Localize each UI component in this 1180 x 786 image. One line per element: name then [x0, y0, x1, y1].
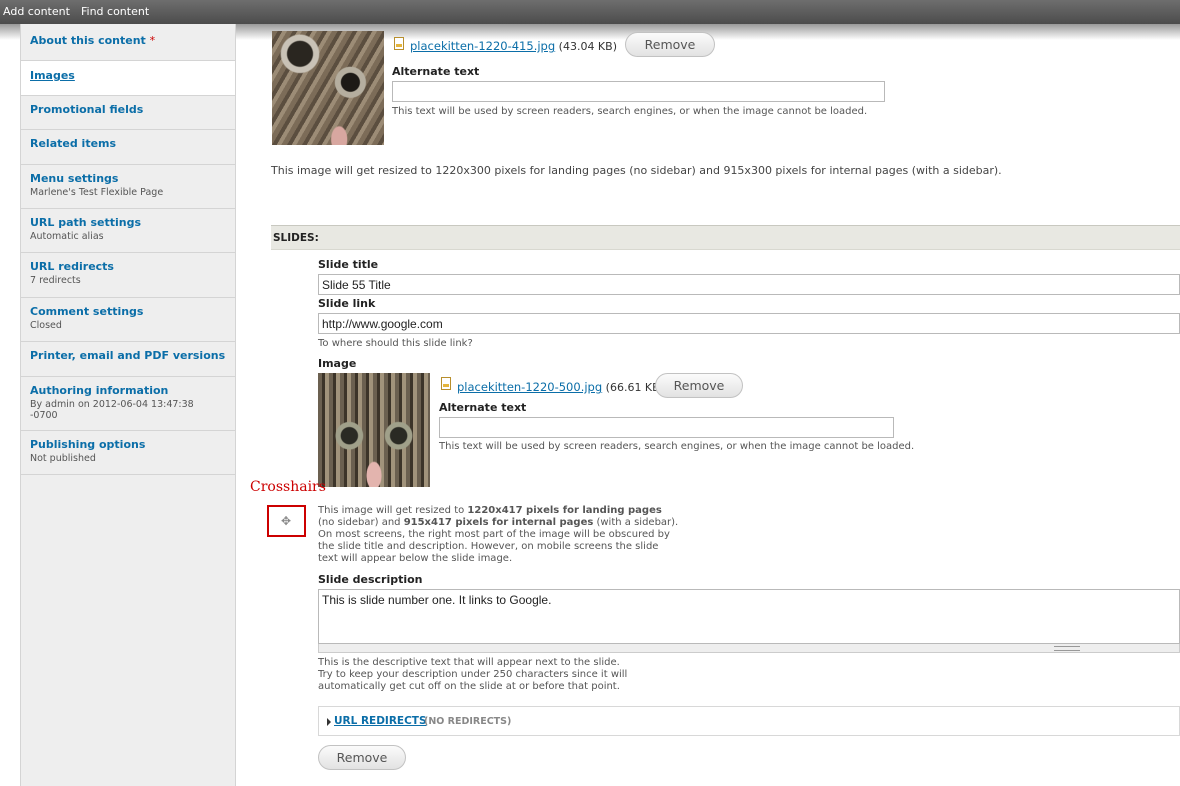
sidebar-item-images[interactable]: Images [21, 61, 235, 96]
sidebar-item-summary: 7 redirects [30, 275, 81, 286]
slide-file-info: placekitten-1220-500.jpg (66.61 KB) [457, 380, 664, 394]
sidebar-item-menu-settings[interactable]: Menu settings Marlene's Test Flexible Pa… [21, 165, 235, 209]
move-crosshairs-icon[interactable]: ✥ [281, 514, 291, 528]
sidebar-item-label: Publishing options [30, 438, 146, 451]
url-redirects-summary: (NO REDIRECTS) [424, 716, 512, 727]
sidebar-item-related-items[interactable]: Related items [21, 130, 235, 165]
resize-note-text: (with a sidebar). [593, 517, 679, 528]
sidebar-item-summary: Marlene's Test Flexible Page [30, 187, 164, 198]
textarea-resize-grip[interactable] [318, 644, 1180, 653]
remove-image-button[interactable]: Remove [625, 32, 715, 57]
sidebar-item-url-path-settings[interactable]: URL path settings Automatic alias [21, 209, 235, 253]
image-resize-note: This image will get resized to 1220x300 … [271, 164, 1002, 177]
alt-text-input[interactable] [392, 81, 885, 102]
sidebar-item-label: Related items [30, 137, 117, 150]
resize-note-text: (no sidebar) and [318, 517, 404, 528]
image-file-icon [394, 37, 404, 50]
file-size: (43.04 KB) [558, 40, 617, 53]
url-redirects-fieldset: URL REDIRECTS (NO REDIRECTS) [318, 706, 1180, 736]
image-thumbnail-1 [272, 31, 384, 145]
alt-text-label: Alternate text [392, 65, 480, 78]
slide-alt-text-help: This text will be used by screen readers… [439, 441, 915, 452]
slide-description-textarea[interactable]: This is slide number one. It links to Go… [318, 589, 1180, 644]
resize-note-line-1: This image will get resized to 1220x417 … [318, 505, 678, 517]
sidebar-item-label: Comment settings [30, 305, 144, 318]
crosshairs-annotation-label: Crosshairs [250, 479, 326, 495]
image-file-icon [441, 377, 451, 390]
sidebar-item-label: Authoring information [30, 384, 169, 397]
slides-section-header: SLIDES: [271, 225, 1180, 250]
file-link[interactable]: placekitten-1220-415.jpg [410, 39, 555, 53]
slides-section-label: SLIDES: [273, 232, 319, 244]
description-help-line-1: This is the descriptive text that will a… [318, 657, 620, 668]
required-marker: * [149, 34, 156, 47]
alt-text-help: This text will be used by screen readers… [392, 106, 868, 117]
description-help-line-3: automatically get cut off on the slide a… [318, 681, 620, 692]
slide-alt-text-input[interactable] [439, 417, 894, 438]
image-thumbnail-2 [318, 373, 430, 487]
slide-link-help: To where should this slide link? [318, 338, 473, 349]
sidebar-item-summary-line2: -0700 [30, 410, 58, 421]
sidebar-item-label: URL path settings [30, 216, 142, 229]
slide-resize-note: This image will get resized to 1220x417 … [318, 505, 678, 565]
remove-slide-button[interactable]: Remove [318, 745, 406, 770]
sidebar-item-comment-settings[interactable]: Comment settings Closed [21, 298, 235, 342]
slide-link-label: Slide link [318, 297, 376, 310]
sidebar-item-summary: Automatic alias [30, 231, 104, 242]
sidebar-item-label: Images [30, 69, 75, 82]
file-info: placekitten-1220-415.jpg (43.04 KB) [410, 39, 617, 53]
sidebar-item-promotional-fields[interactable]: Promotional fields [21, 96, 235, 130]
sidebar-item-about-this-content[interactable]: About this content * [21, 24, 235, 61]
sidebar-item-printer-email-pdf[interactable]: Printer, email and PDF versions [21, 342, 235, 377]
resize-note-line-5: text will appear below the slide image. [318, 553, 513, 564]
slide-description-label: Slide description [318, 573, 423, 586]
vertical-tabs-sidebar: About this content * Images Promotional … [20, 24, 236, 786]
crosshairs-highlight-box: ✥ [267, 505, 306, 537]
slide-file-link[interactable]: placekitten-1220-500.jpg [457, 380, 602, 394]
sidebar-item-label: Menu settings [30, 172, 119, 185]
slide-title-input[interactable] [318, 274, 1180, 295]
slide-title-label: Slide title [318, 258, 379, 271]
sidebar-item-label: Printer, email and PDF versions [30, 349, 226, 362]
sidebar-item-label-text: About this content [30, 34, 146, 47]
remove-slide-image-button[interactable]: Remove [655, 373, 743, 398]
slide-link-input[interactable] [318, 313, 1180, 334]
collapse-arrow-icon[interactable] [327, 718, 331, 726]
sidebar-item-summary: By admin on 2012-06-04 13:47:38 [30, 399, 194, 410]
resize-note-bold: 1220x417 pixels for landing pages [467, 505, 662, 516]
slide-description-help: This is the descriptive text that will a… [318, 657, 627, 693]
description-help-line-2: Try to keep your description under 250 c… [318, 669, 628, 680]
slide-alt-text-label: Alternate text [439, 401, 527, 414]
resize-note-line-3: On most screens, the right most part of … [318, 529, 670, 540]
admin-toolbar: Add content Find content [0, 0, 1180, 24]
sidebar-item-summary: Closed [30, 320, 62, 331]
resize-note-bold: 915x417 pixels for internal pages [403, 517, 594, 528]
find-content-link[interactable]: Find content [81, 5, 149, 18]
sidebar-item-label: Promotional fields [30, 103, 144, 116]
add-content-link[interactable]: Add content [3, 5, 70, 18]
sidebar-item-publishing-options[interactable]: Publishing options Not published [21, 431, 235, 475]
url-redirects-toggle[interactable]: URL REDIRECTS [334, 715, 427, 727]
sidebar-item-label: About this content * [30, 34, 226, 48]
sidebar-item-url-redirects[interactable]: URL redirects 7 redirects [21, 253, 235, 298]
sidebar-item-summary: Not published [30, 453, 96, 464]
resize-note-line-4: the slide title and description. However… [318, 541, 659, 552]
resize-note-line-2: (no sidebar) and 915x417 pixels for inte… [318, 517, 678, 529]
slide-image-label: Image [318, 357, 357, 370]
sidebar-item-authoring-information[interactable]: Authoring information By admin on 2012-0… [21, 377, 235, 431]
resize-note-text: This image will get resized to [318, 505, 468, 516]
sidebar-item-label: URL redirects [30, 260, 114, 273]
